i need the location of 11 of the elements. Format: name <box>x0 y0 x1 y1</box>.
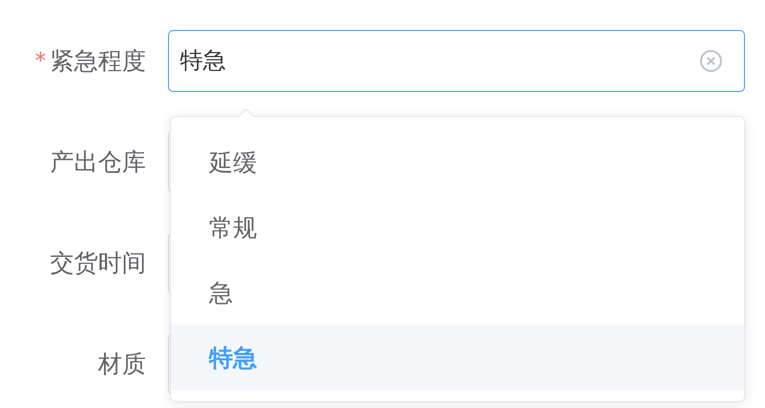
field-label: 材质 <box>98 349 146 380</box>
field-label: 产出仓库 <box>50 147 146 178</box>
select-field[interactable]: 特急 <box>168 30 745 92</box>
required-mark: * <box>35 48 46 76</box>
dropdown-option[interactable]: 常规 <box>171 195 744 260</box>
dropdown-option[interactable]: 急 <box>171 260 744 325</box>
field-label: 交货时间 <box>50 248 146 279</box>
dropdown-option[interactable]: 延缓 <box>171 130 744 195</box>
field-label: 紧急程度 <box>50 46 146 77</box>
select-value: 特急 <box>180 46 227 76</box>
clear-icon[interactable] <box>699 49 723 73</box>
